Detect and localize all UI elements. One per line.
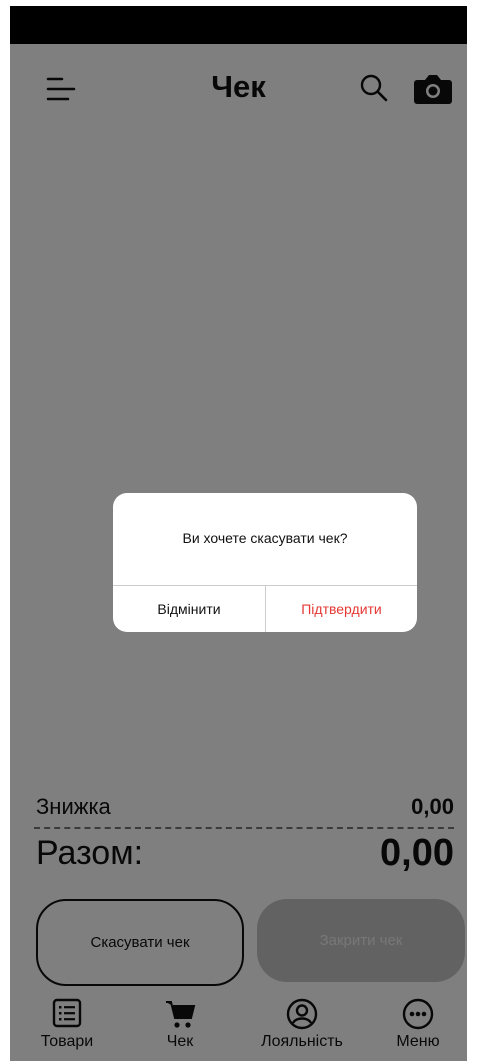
dialog-confirm-button[interactable]: Підтвердити [266,586,417,632]
dialog-cancel-button[interactable]: Відмінити [113,586,265,632]
dialog-message: Ви хочете скасувати чек? [182,530,348,546]
receipt-screen: Чек Знижка 0,00 Разом: 0,00 Скасувати че… [10,6,467,1061]
confirm-cancel-dialog: Ви хочете скасувати чек? Відмінити Підтв… [113,493,417,632]
